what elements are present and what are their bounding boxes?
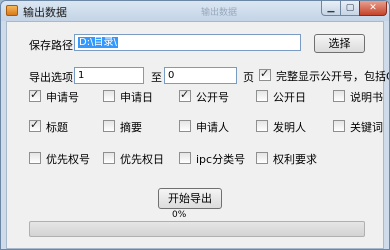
checkbox-box bbox=[179, 152, 191, 164]
check-icon: ✓ bbox=[260, 67, 270, 80]
export-options-label: 导出选项 bbox=[29, 71, 73, 84]
checkbox-box bbox=[256, 90, 268, 102]
full-display-checkbox[interactable]: ✓ 完整显示公开号，包括CN等 bbox=[259, 67, 389, 83]
maximize-button[interactable]: ▢ bbox=[340, 1, 360, 16]
field-checkbox[interactable]: 申请日 bbox=[103, 90, 173, 104]
checkbox-box bbox=[103, 120, 115, 132]
page-unit-label: 页 bbox=[243, 71, 254, 84]
field-checkbox-label: 发明人 bbox=[273, 121, 306, 134]
window-title: 输出数据 bbox=[23, 6, 67, 19]
field-checkbox[interactable]: 公开日 bbox=[256, 90, 326, 104]
check-icon: ✓ bbox=[30, 88, 40, 101]
checkbox-box bbox=[333, 120, 345, 132]
field-checkbox-label: 申请号 bbox=[46, 91, 79, 104]
field-checkbox[interactable]: 优先权日 bbox=[103, 152, 173, 166]
check-icon: ✓ bbox=[30, 118, 40, 131]
dialog-body: 保存路径 D:\目录\ 选择 导出选项 1 至 0 页 ✓ 完整显示公开号，包括… bbox=[6, 21, 389, 249]
checkbox-box bbox=[179, 120, 191, 132]
checkbox-box bbox=[256, 152, 268, 164]
field-checkbox[interactable]: ✓ 申请号 bbox=[29, 88, 99, 104]
checkbox-box bbox=[333, 90, 345, 102]
field-checkbox-label: 公开号 bbox=[196, 91, 229, 104]
field-checkbox-label: 摘要 bbox=[120, 121, 142, 134]
field-checkbox-label: 申请日 bbox=[120, 91, 153, 104]
page-from-input[interactable]: 1 bbox=[74, 67, 144, 84]
field-checkbox-label: ipc分类号 bbox=[196, 153, 246, 166]
field-checkbox-label: 说明书 bbox=[350, 91, 383, 104]
checkbox-box bbox=[29, 152, 41, 164]
checkbox-box bbox=[256, 120, 268, 132]
field-checkbox[interactable]: 申请人 bbox=[179, 120, 249, 134]
field-checkbox-label: 权利要求 bbox=[273, 153, 317, 166]
close-button[interactable]: ✕ bbox=[359, 1, 387, 16]
check-icon: ✓ bbox=[180, 88, 190, 101]
field-checkbox-label: 优先权日 bbox=[120, 153, 164, 166]
page-to-label: 至 bbox=[151, 71, 162, 84]
field-checkbox[interactable]: 说明书 bbox=[333, 90, 389, 104]
field-checkbox-label: 公开日 bbox=[273, 91, 306, 104]
minimize-button[interactable]: ▁ bbox=[321, 1, 341, 16]
field-checkbox[interactable]: ✓ 公开号 bbox=[179, 88, 249, 104]
field-checkbox[interactable]: 优先权号 bbox=[29, 152, 99, 166]
checkbox-box bbox=[103, 90, 115, 102]
start-export-button[interactable]: 开始导出 bbox=[158, 188, 222, 209]
window-title-reflection: 输出数据 bbox=[201, 8, 238, 18]
app-icon bbox=[6, 5, 18, 16]
save-path-value: D:\目录\ bbox=[78, 37, 118, 48]
field-checkbox[interactable]: 关键词 bbox=[333, 120, 389, 134]
field-checkbox[interactable]: 发明人 bbox=[256, 120, 326, 134]
field-checkbox-label: 申请人 bbox=[196, 121, 229, 134]
checkbox-box bbox=[103, 152, 115, 164]
save-path-label: 保存路径 bbox=[29, 39, 73, 52]
field-checkbox[interactable]: ipc分类号 bbox=[179, 152, 249, 166]
field-checkbox[interactable]: ✓ 标题 bbox=[29, 118, 99, 134]
field-checkbox[interactable]: 摘要 bbox=[103, 120, 173, 134]
field-checkbox-label: 关键词 bbox=[350, 121, 383, 134]
progress-percent: 0% bbox=[172, 210, 187, 220]
field-checkbox-label: 优先权号 bbox=[46, 153, 90, 166]
full-display-label: 完整显示公开号，包括CN等 bbox=[276, 70, 389, 83]
browse-button[interactable]: 选择 bbox=[314, 34, 365, 53]
title-bar: 输出数据 输出数据 ▁ ▢ ✕ bbox=[1, 1, 389, 21]
field-checkbox[interactable]: 权利要求 bbox=[256, 152, 326, 166]
progress-bar bbox=[29, 221, 365, 237]
save-path-input[interactable]: D:\目录\ bbox=[74, 34, 301, 51]
field-checkbox-label: 标题 bbox=[46, 121, 68, 134]
export-dialog: 输出数据 输出数据 ▁ ▢ ✕ 保存路径 D:\目录\ 选择 导出选项 1 至 … bbox=[0, 0, 390, 250]
page-to-input[interactable]: 0 bbox=[164, 67, 237, 84]
